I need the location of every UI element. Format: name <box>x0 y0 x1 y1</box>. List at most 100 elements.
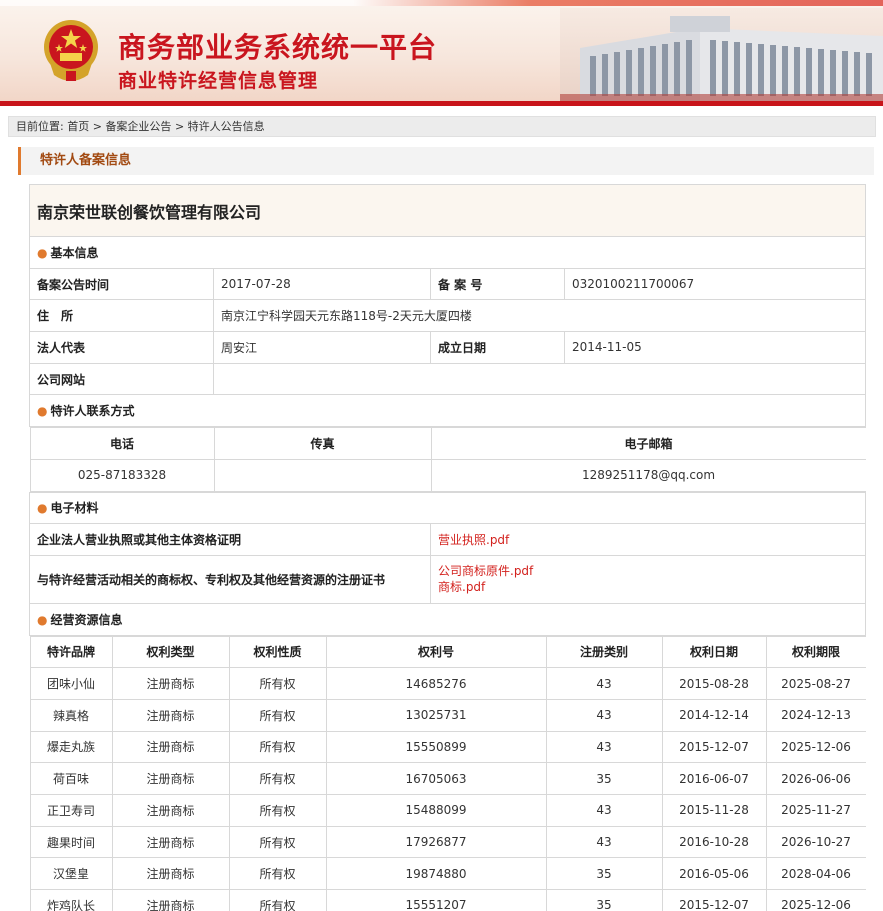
breadcrumb-prefix: 目前位置: <box>16 120 64 133</box>
resources-col-header: 权利类型 <box>111 635 230 669</box>
resources-table: 特许品牌 权利类型 权利性质 权利号 注册类别 权利日期 权利期限 团味小仙 注册商标 所有权 1… <box>29 635 866 911</box>
breadcrumb-announcements-link[interactable]: 备案企业公告 <box>105 120 171 133</box>
address-label: 住 所 <box>29 299 214 333</box>
legal-rep-label: 法人代表 <box>29 331 214 364</box>
table-cell: 2025-12-06 <box>765 730 866 764</box>
resources-wrap: 特许品牌 权利类型 权利性质 权利号 注册类别 权利日期 权利期限 团味小仙 注册商标 所有权 1… <box>29 635 866 911</box>
resources-col-header: 权利性质 <box>228 635 327 669</box>
franchisor-info-table: 南京荣世联创餐饮管理有限公司 ● 基本信息 备案公告时间 2017-07-28 备… <box>28 184 867 911</box>
table-cell: 2016-05-06 <box>661 857 767 891</box>
table-row: 荷百味 注册商标 所有权 16705063 35 2016-06-07 2026-06-06 <box>29 762 866 795</box>
table-cell: 正卫寿司 <box>29 794 113 827</box>
table-cell: 辣真格 <box>29 698 113 732</box>
ip-files: 公司商标原件.pdf 商标.pdf <box>429 554 867 604</box>
banner-top-accent <box>0 0 883 6</box>
resources-body: 团味小仙 注册商标 所有权 14685276 43 2015-08-28 2025-08-2… <box>29 667 866 911</box>
table-cell: 汉堡皇 <box>29 857 113 891</box>
bullet-dot-icon: ● <box>37 404 48 419</box>
resources-col-header: 权利号 <box>325 635 547 669</box>
table-cell: 15551207 <box>325 889 547 911</box>
founded-label: 成立日期 <box>430 331 565 364</box>
table-cell: 2026-06-06 <box>765 762 866 795</box>
website-label: 公司网站 <box>29 362 214 396</box>
table-cell: 2026-10-27 <box>765 825 866 859</box>
license-pdf-link[interactable]: 营业执照.pdf <box>438 532 858 548</box>
table-cell: 趣果时间 <box>29 825 113 859</box>
announce-date-value: 2017-07-28 <box>213 267 431 301</box>
ip-certificate-label: 与特许经营活动相关的商标权、专利权及其他经营资源的注册证书 <box>29 554 431 604</box>
contact-wrap: 电话 传真 电子邮箱 025-87183328 1289251178@qq.co… <box>29 427 866 492</box>
platform-subtitle: 商业特许经营信息管理 <box>118 70 319 92</box>
header-banner: 商务部业务系统统一平台 商业特许经营信息管理 <box>0 0 883 106</box>
table-row: 炸鸡队长 注册商标 所有权 15551207 35 2015-12-07 2025-12-0… <box>29 889 866 911</box>
table-row: 辣真格 注册商标 所有权 13025731 43 2014-12-14 2024-12-13 <box>29 698 866 732</box>
resources-col-header: 特许品牌 <box>29 635 113 669</box>
table-cell: 2025-12-06 <box>765 889 866 911</box>
table-cell: 17926877 <box>325 825 547 859</box>
email-value: 1289251178@qq.com <box>430 458 866 492</box>
platform-title: 商务部业务系统统一平台 <box>118 31 438 64</box>
breadcrumb-separator: > <box>174 120 185 133</box>
table-cell: 注册商标 <box>111 730 230 764</box>
basic-info-heading-text: 基本信息 <box>50 245 99 260</box>
table-cell: 2025-08-27 <box>765 667 866 700</box>
table-cell: 所有权 <box>228 667 327 700</box>
banner-bottom-rule <box>0 101 883 106</box>
table-cell: 2014-12-14 <box>661 698 767 732</box>
table-row: 爆走丸族 注册商标 所有权 15550899 43 2015-12-07 2025-12-0… <box>29 730 866 764</box>
table-row: 团味小仙 注册商标 所有权 14685276 43 2015-08-28 2025-08-2… <box>29 667 866 700</box>
trademark-original-pdf-link[interactable]: 公司商标原件.pdf <box>438 563 858 579</box>
table-cell: 2016-06-07 <box>661 762 767 795</box>
section-title: 特许人备案信息 <box>18 147 874 175</box>
table-cell: 19874880 <box>325 857 547 891</box>
table-cell: 注册商标 <box>111 762 230 795</box>
table-row: 正卫寿司 注册商标 所有权 15488099 43 2015-11-28 2025-11-2… <box>29 794 866 827</box>
table-cell: 43 <box>545 667 663 700</box>
table-cell: 所有权 <box>228 889 327 911</box>
fax-value <box>213 458 432 492</box>
table-cell: 2025-11-27 <box>765 794 866 827</box>
table-cell: 2016-10-28 <box>661 825 767 859</box>
table-cell: 注册商标 <box>111 667 230 700</box>
bullet-dot-icon: ● <box>37 501 48 516</box>
resources-col-header: 权利期限 <box>765 635 866 669</box>
table-row: 汉堡皇 注册商标 所有权 19874880 35 2016-05-06 2028-04-06 <box>29 857 866 891</box>
table-cell: 炸鸡队长 <box>29 889 113 911</box>
table-cell: 35 <box>545 762 663 795</box>
record-no-value: 0320100211700067 <box>563 267 867 301</box>
resources-heading-text: 经营资源信息 <box>50 612 123 627</box>
bullet-dot-icon: ● <box>37 245 48 260</box>
license-files: 营业执照.pdf <box>429 523 867 556</box>
table-cell: 所有权 <box>228 698 327 732</box>
table-cell: 43 <box>545 730 663 764</box>
table-cell: 注册商标 <box>111 794 230 827</box>
table-cell: 16705063 <box>325 762 547 795</box>
email-header: 电子邮箱 <box>430 427 866 460</box>
table-cell: 2015-12-07 <box>661 730 767 764</box>
materials-heading-text: 电子材料 <box>50 501 99 516</box>
table-cell: 2028-04-06 <box>765 857 866 891</box>
table-cell: 所有权 <box>228 825 327 859</box>
record-no-label: 备 案 号 <box>430 267 565 301</box>
contact-heading-text: 特许人联系方式 <box>50 404 135 419</box>
breadcrumb-home-link[interactable]: 首页 <box>67 120 89 133</box>
trademark-pdf-link[interactable]: 商标.pdf <box>438 579 858 595</box>
materials-heading: ● 电子材料 <box>28 491 867 525</box>
phone-header: 电话 <box>29 427 215 460</box>
resources-col-header: 注册类别 <box>545 635 663 669</box>
license-label: 企业法人营业执照或其他主体资格证明 <box>29 523 431 556</box>
table-cell: 14685276 <box>325 667 547 700</box>
resources-header-row: 特许品牌 权利类型 权利性质 权利号 注册类别 权利日期 权利期限 <box>29 635 866 669</box>
founded-value: 2014-11-05 <box>563 331 867 364</box>
table-cell: 爆走丸族 <box>29 730 113 764</box>
table-cell: 团味小仙 <box>29 667 113 700</box>
table-cell: 2015-08-28 <box>661 667 767 700</box>
table-cell: 注册商标 <box>111 698 230 732</box>
table-cell: 2015-12-07 <box>661 889 767 911</box>
table-cell: 15550899 <box>325 730 547 764</box>
breadcrumb-current: 特许人公告信息 <box>187 120 265 133</box>
table-cell: 2024-12-13 <box>765 698 866 732</box>
table-cell: 所有权 <box>228 730 327 764</box>
table-cell: 所有权 <box>228 794 327 827</box>
table-cell: 所有权 <box>228 762 327 795</box>
